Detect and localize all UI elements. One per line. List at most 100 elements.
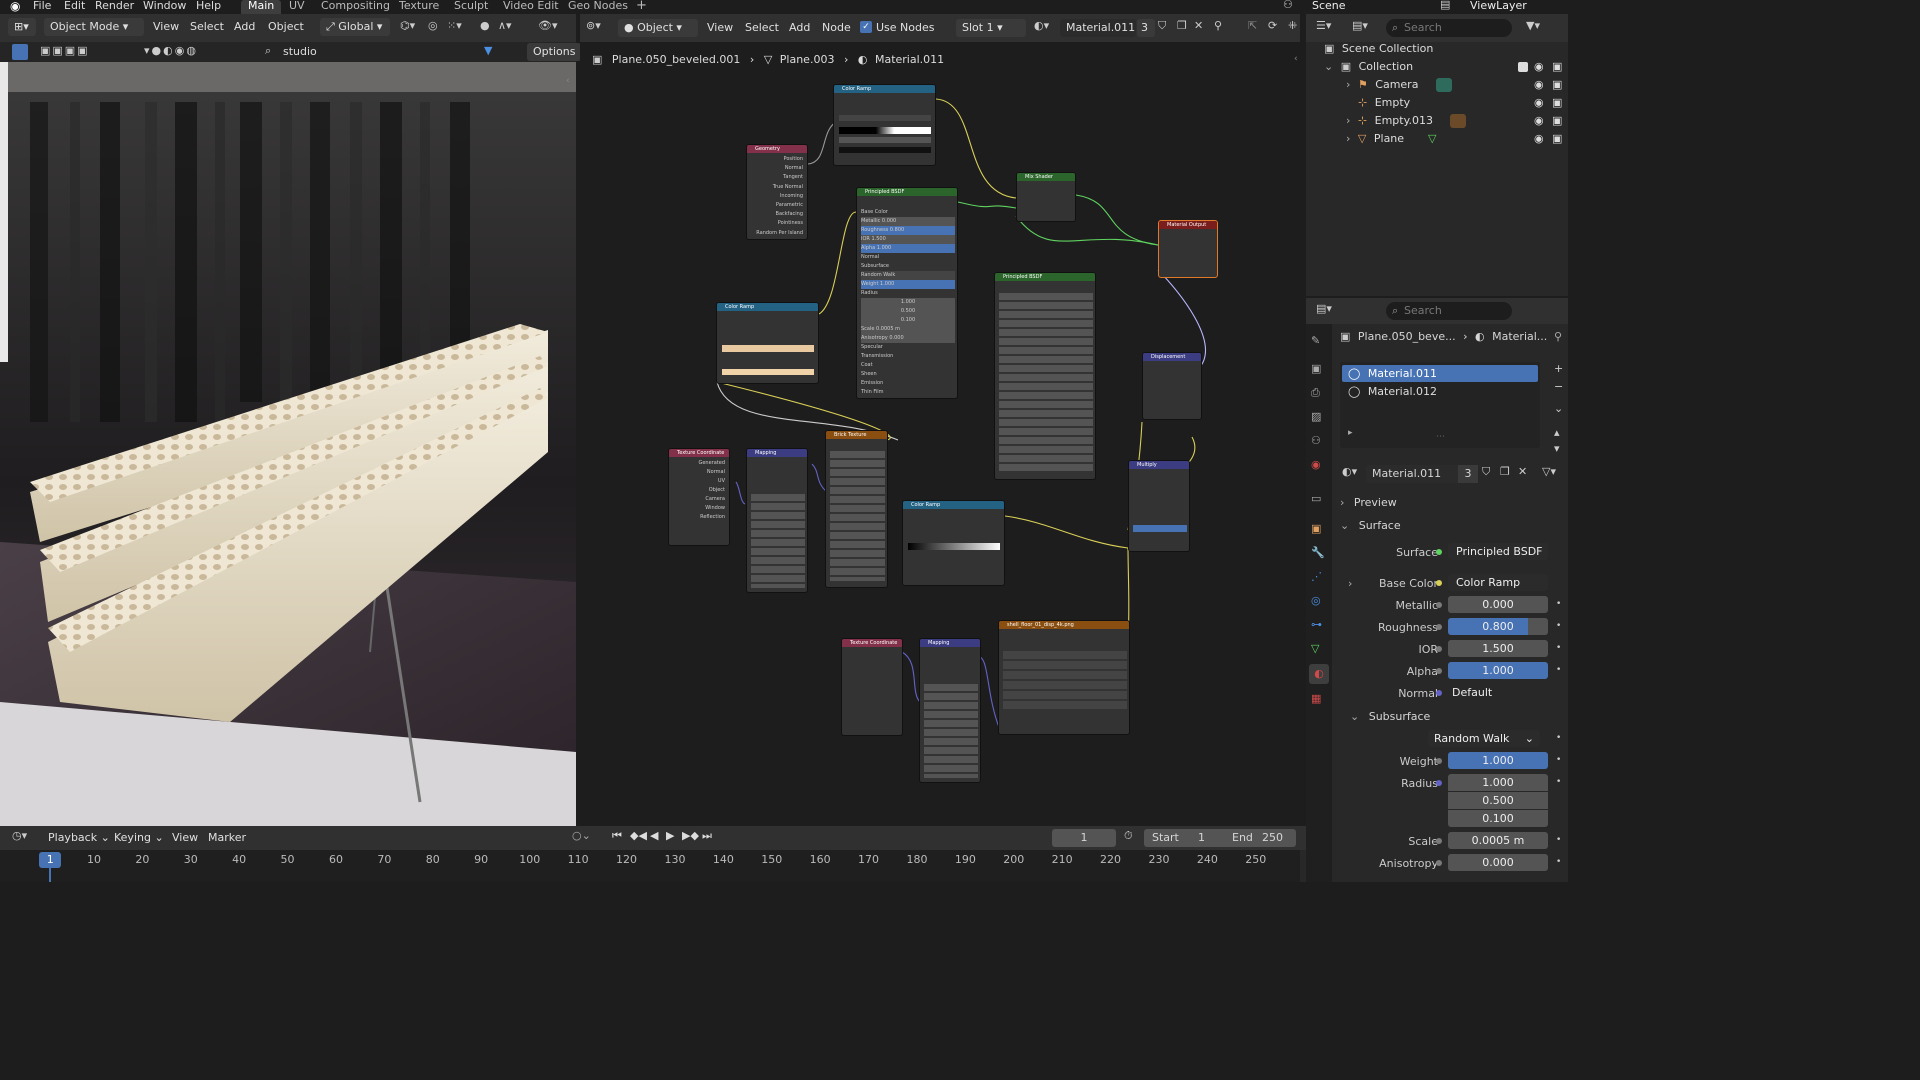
workspace-tab-main[interactable]: Main [241,0,282,14]
workspace-tab-sculpt[interactable]: Sculpt [447,0,495,14]
camera-data-icon[interactable] [1436,78,1452,92]
workspace-tab-compositing[interactable]: Compositing [314,0,397,14]
material-tab-icon[interactable]: ◐ [1309,664,1329,684]
outliner-editor-icon[interactable]: ☰▾ [1316,19,1331,32]
fake-user-icon[interactable]: ⛉ [1482,465,1490,479]
menu-file[interactable]: File [33,0,51,12]
color-swatch[interactable] [839,147,931,153]
socket-dot-icon[interactable] [1436,624,1442,630]
eye-icon[interactable]: ◉ [1534,76,1544,94]
world-name[interactable]: studio [283,44,317,60]
keyframe-dot-icon[interactable]: • [1556,835,1561,845]
timeline-menu-playback[interactable]: Playback ⌄ [48,829,110,847]
browse-link-icon[interactable]: ▽▾ [1542,465,1556,478]
material-name-field[interactable]: Material.011 [1060,19,1136,37]
display-mode-icon[interactable]: ▤▾ [1352,19,1368,32]
bsdf-row[interactable]: Random Walk [861,271,955,280]
duplicate-material-icon[interactable]: ❐ [1500,465,1510,478]
world-tab-icon[interactable]: ◉ [1311,458,1321,471]
chevron-right-icon[interactable]: › [1346,114,1350,127]
metallic-slider[interactable]: 0.000 [1448,596,1548,613]
stopwatch-icon[interactable]: ⏱ [1124,829,1133,843]
menu-help[interactable]: Help [196,0,221,12]
node-menu-select[interactable]: Select [745,19,779,37]
weight-slider[interactable]: 1.000 [1448,752,1548,769]
eye-icon[interactable]: ◉ [1534,94,1544,112]
anisotropy-field[interactable]: 0.000 [1448,854,1548,871]
eye-icon[interactable]: ◉ [1534,130,1544,148]
node-image-texture[interactable]: shell_floor_01_disp_4k.png [998,620,1130,735]
bsdf-row[interactable]: 1.000 [861,298,955,307]
unlink-material-icon[interactable]: ✕ [1518,465,1527,478]
shader-type-selector[interactable]: ● Object ▾ [618,19,698,37]
move-slot-up-icon[interactable]: ▴ [1554,426,1560,439]
jump-to-keyframe-forward-icon[interactable]: ▶◆ [682,829,699,842]
bsdf-row[interactable]: Specular [861,343,955,352]
snap-node-icon[interactable]: ⟳ [1268,19,1277,32]
view-layer-icon[interactable]: ▤ [1440,0,1450,11]
remove-slot-icon[interactable]: − [1554,380,1563,393]
keyframe-dot-icon[interactable]: • [1556,857,1561,867]
tool-tab-icon[interactable]: ✎ [1311,334,1320,347]
shading-icons[interactable]: ▾●◐◉◍ [144,44,198,57]
constraints-tab-icon[interactable]: ⊶ [1311,618,1322,631]
view-layer-name[interactable]: ViewLayer [1470,0,1527,12]
play-reverse-icon[interactable]: ◀ [650,829,658,842]
bsdf-row[interactable]: Sheen [861,370,955,379]
mode-selector[interactable]: Object Mode ▾ [44,18,144,36]
scene-tab-icon[interactable]: ⚇ [1311,434,1321,447]
socket-dot-icon[interactable] [1436,646,1442,652]
keyframe-dot-icon[interactable]: • [1556,643,1561,653]
node-principled-bsdf-1[interactable]: Principled BSDF Base Color Metallic 0.00… [856,187,958,399]
use-nodes-checkbox[interactable]: ✓ [860,21,872,33]
color-ramp-bar[interactable] [908,543,1000,550]
blender-logo-icon[interactable]: ◉ [10,0,20,13]
keyframe-dot-icon[interactable]: • [1556,621,1561,631]
chevron-right-icon[interactable]: › [1348,577,1352,590]
outliner-search-field[interactable]: ⌕ Search [1386,19,1512,37]
bsdf-row[interactable]: Metallic 0.000 [861,217,955,226]
snap-icon[interactable]: ⌬▾ [400,19,415,32]
color-ramp-bar[interactable] [722,345,814,352]
falloff-icon[interactable]: ∧▾ [498,19,512,32]
viewport-collapse-icon[interactable]: ‹ [566,76,570,86]
bsdf-row[interactable]: Roughness 0.800 [861,226,955,235]
play-icon[interactable]: ▶ [666,829,674,842]
node-mapping-1[interactable]: Mapping [746,448,808,593]
options-button[interactable]: Options [527,43,582,61]
add-workspace-icon[interactable]: + [636,0,647,13]
bsdf-row[interactable]: Subsurface [861,262,955,271]
menu-render[interactable]: Render [95,0,134,12]
properties-search-field[interactable]: ⌕ Search [1386,302,1512,320]
viewport-menu-object[interactable]: Object [268,18,304,36]
parent-node-tree-icon[interactable]: ⇱ [1248,19,1257,32]
surface-shader-field[interactable]: Principled BSDF [1448,543,1548,560]
material-users-count[interactable]: 3 [1458,465,1478,483]
duplicate-material-icon[interactable]: ❐ [1177,19,1187,32]
node-brick-texture[interactable]: Brick Texture [825,430,888,588]
node-mix-shader[interactable]: Mix Shader [1016,172,1076,222]
auto-keying-icon[interactable]: ○⌄ [572,829,591,842]
grid-icon[interactable]: ⁙▾ [447,19,462,32]
3d-viewport[interactable]: ‹ [0,62,576,826]
constraint-icon[interactable] [1450,114,1466,128]
subsurface-panel-header[interactable]: ⌄ Subsurface [1350,708,1568,726]
overlay-icon[interactable]: ⁜ [1288,19,1297,32]
base-color-link-field[interactable]: Color Ramp [1448,574,1548,591]
filter-icon[interactable]: ▼ [484,44,492,57]
properties-editor-icon[interactable]: ▤▾ [1316,302,1332,315]
scene-selector-icon[interactable]: ⚇ [1283,0,1293,11]
proportional-edit-icon[interactable]: ◎ [428,19,438,32]
camera-render-icon[interactable]: ▣ [1552,94,1562,112]
filter-icon[interactable]: ▼▾ [1526,19,1540,32]
select-mode-icons[interactable]: ▣▣▣▣ [40,44,90,57]
jump-to-start-icon[interactable]: ⏮ [612,829,622,843]
world-search-icon[interactable]: ⌕ [265,44,271,58]
bsdf-row[interactable]: Anisotropy 0.000 [861,334,955,343]
move-slot-down-icon[interactable]: ▾ [1554,442,1560,455]
node-editor-type-icon[interactable]: ⊚▾ [586,19,601,32]
keyframe-dot-icon[interactable]: • [1556,733,1561,743]
viewport-menu-view[interactable]: View [153,18,179,36]
node-color-ramp-top[interactable]: Color Ramp [833,84,936,166]
radius-y-field[interactable]: 0.500 [1448,792,1548,809]
